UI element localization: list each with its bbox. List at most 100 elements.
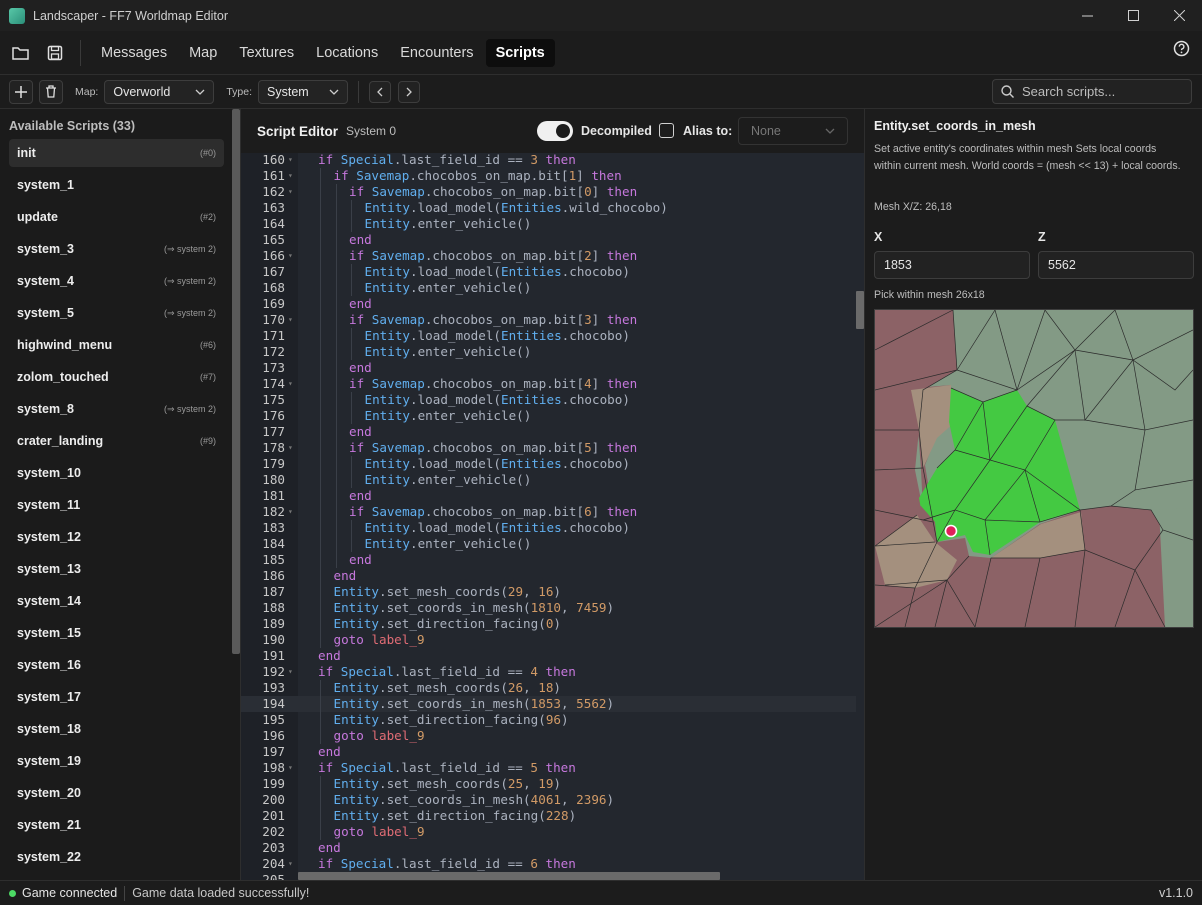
sidebar-item-system_16[interactable]: system_16	[9, 651, 224, 679]
fold-chevron-icon[interactable]: ▾	[288, 760, 293, 776]
sidebar-item-system_14[interactable]: system_14	[9, 587, 224, 615]
tab-scripts[interactable]: Scripts	[485, 38, 555, 67]
code-line[interactable]: 171 Entity.load_model(Entities.chocobo)	[241, 328, 856, 344]
code-line[interactable]: 160 ▾ if Special.last_field_id == 3 then	[241, 153, 856, 168]
sidebar-item-system_17[interactable]: system_17	[9, 683, 224, 711]
code-line[interactable]: 191 end	[241, 648, 856, 664]
code-line[interactable]: 161 ▾ if Savemap.chocobos_on_map.bit[1] th…	[241, 168, 856, 184]
code-line[interactable]: 196 goto label_9	[241, 728, 856, 744]
code-line[interactable]: 181 end	[241, 488, 856, 504]
fold-chevron-icon[interactable]: ▾	[288, 440, 293, 456]
decompiled-toggle[interactable]	[537, 121, 573, 141]
code-line[interactable]: 201 Entity.set_direction_facing(228)	[241, 808, 856, 824]
code-line[interactable]: 193 Entity.set_mesh_coords(26, 18)	[241, 680, 856, 696]
mesh-picker[interactable]	[874, 309, 1194, 628]
code-line[interactable]: 185 end	[241, 552, 856, 568]
sidebar-item-highwind_menu[interactable]: highwind_menu (#6)	[9, 331, 224, 359]
sidebar-item-system_1[interactable]: system_1	[9, 171, 224, 199]
fold-chevron-icon[interactable]: ▾	[288, 664, 293, 680]
code-line[interactable]: 167 Entity.load_model(Entities.chocobo)	[241, 264, 856, 280]
sidebar-item-system_8[interactable]: system_8 (⇒ system 2)	[9, 395, 224, 423]
tab-map[interactable]: Map	[179, 39, 227, 67]
code-line[interactable]: 194 Entity.set_coords_in_mesh(1853, 5562)	[241, 696, 856, 712]
sidebar-item-system_3[interactable]: system_3 (⇒ system 2)	[9, 235, 224, 263]
code-line[interactable]: 162 ▾ if Savemap.chocobos_on_map.bit[0] th…	[241, 184, 856, 200]
sidebar-item-system_10[interactable]: system_10	[9, 459, 224, 487]
code-line[interactable]: 173 end	[241, 360, 856, 376]
code-editor[interactable]: 160 ▾ if Special.last_field_id == 3 then 16…	[241, 153, 864, 880]
sidebar-item-system_13[interactable]: system_13	[9, 555, 224, 583]
type-select[interactable]: System	[258, 79, 349, 104]
sidebar-item-zolom_touched[interactable]: zolom_touched (#7)	[9, 363, 224, 391]
fold-chevron-icon[interactable]: ▾	[288, 312, 293, 328]
open-folder-icon[interactable]	[5, 38, 35, 68]
help-icon[interactable]	[1173, 40, 1190, 60]
code-line[interactable]: 182 ▾ if Savemap.chocobos_on_map.bit[6] th…	[241, 504, 856, 520]
fold-chevron-icon[interactable]: ▾	[288, 248, 293, 264]
sidebar-item-crater_landing[interactable]: crater_landing (#9)	[9, 427, 224, 455]
sidebar-item-system_11[interactable]: system_11	[9, 491, 224, 519]
sidebar-item-system_4[interactable]: system_4 (⇒ system 2)	[9, 267, 224, 295]
sidebar-item-system_21[interactable]: system_21	[9, 811, 224, 839]
add-script-button[interactable]	[9, 79, 33, 104]
maximize-icon[interactable]	[1110, 0, 1156, 31]
fold-chevron-icon[interactable]: ▾	[288, 153, 293, 168]
sidebar-item-system_12[interactable]: system_12	[9, 523, 224, 551]
sidebar-item-system_18[interactable]: system_18	[9, 715, 224, 743]
sidebar-item-update[interactable]: update (#2)	[9, 203, 224, 231]
sidebar-item-system_22[interactable]: system_22	[9, 843, 224, 871]
map-select[interactable]: Overworld	[104, 79, 215, 104]
position-marker[interactable]	[944, 524, 958, 538]
code-line[interactable]: 192 ▾ if Special.last_field_id == 4 then	[241, 664, 856, 680]
code-line[interactable]: 168 Entity.enter_vehicle()	[241, 280, 856, 296]
tab-locations[interactable]: Locations	[306, 39, 388, 67]
sidebar-item-init[interactable]: init (#0)	[9, 139, 224, 167]
code-line[interactable]: 197 end	[241, 744, 856, 760]
code-line[interactable]: 169 end	[241, 296, 856, 312]
x-field[interactable]	[874, 251, 1030, 279]
code-line[interactable]: 198 ▾ if Special.last_field_id == 5 then	[241, 760, 856, 776]
search-box[interactable]	[992, 79, 1192, 104]
code-line[interactable]: 165 end	[241, 232, 856, 248]
code-line[interactable]: 188 Entity.set_coords_in_mesh(1810, 7459)	[241, 600, 856, 616]
code-line[interactable]: 190 goto label_9	[241, 632, 856, 648]
code-line[interactable]: 183 Entity.load_model(Entities.chocobo)	[241, 520, 856, 536]
code-line[interactable]: 164 Entity.enter_vehicle()	[241, 216, 856, 232]
tab-messages[interactable]: Messages	[91, 39, 177, 67]
code-line[interactable]: 174 ▾ if Savemap.chocobos_on_map.bit[4] th…	[241, 376, 856, 392]
code-line[interactable]: 176 Entity.enter_vehicle()	[241, 408, 856, 424]
save-icon[interactable]	[40, 38, 70, 68]
code-line[interactable]: 163 Entity.load_model(Entities.wild_choco…	[241, 200, 856, 216]
code-line[interactable]: 199 Entity.set_mesh_coords(25, 19)	[241, 776, 856, 792]
editor-vertical-scrollbar[interactable]	[856, 291, 864, 329]
delete-script-button[interactable]	[39, 79, 63, 104]
code-line[interactable]: 172 Entity.enter_vehicle()	[241, 344, 856, 360]
code-line[interactable]: 200 Entity.set_coords_in_mesh(4061, 2396)	[241, 792, 856, 808]
tab-textures[interactable]: Textures	[229, 39, 304, 67]
code-line[interactable]: 186 end	[241, 568, 856, 584]
alias-checkbox[interactable]	[659, 123, 674, 138]
fold-chevron-icon[interactable]: ▾	[288, 376, 293, 392]
sidebar-scrollbar[interactable]	[232, 109, 240, 654]
editor-horizontal-scrollbar[interactable]	[298, 872, 720, 880]
code-line[interactable]: 180 Entity.enter_vehicle()	[241, 472, 856, 488]
sidebar-item-system_19[interactable]: system_19	[9, 747, 224, 775]
next-button[interactable]	[398, 80, 421, 103]
sidebar-item-system_20[interactable]: system_20	[9, 779, 224, 807]
code-line[interactable]: 177 end	[241, 424, 856, 440]
z-field[interactable]	[1038, 251, 1194, 279]
minimize-icon[interactable]	[1064, 0, 1110, 31]
code-line[interactable]: 179 Entity.load_model(Entities.chocobo)	[241, 456, 856, 472]
code-line[interactable]: 175 Entity.load_model(Entities.chocobo)	[241, 392, 856, 408]
fold-chevron-icon[interactable]: ▾	[288, 168, 293, 184]
alias-select[interactable]: None	[738, 117, 848, 145]
fold-chevron-icon[interactable]: ▾	[288, 856, 293, 872]
code-line[interactable]: 187 Entity.set_mesh_coords(29, 16)	[241, 584, 856, 600]
code-line[interactable]: 203 end	[241, 840, 856, 856]
code-line[interactable]: 195 Entity.set_direction_facing(96)	[241, 712, 856, 728]
tab-encounters[interactable]: Encounters	[390, 39, 483, 67]
code-line[interactable]: 184 Entity.enter_vehicle()	[241, 536, 856, 552]
code-line[interactable]: 166 ▾ if Savemap.chocobos_on_map.bit[2] th…	[241, 248, 856, 264]
code-line[interactable]: 178 ▾ if Savemap.chocobos_on_map.bit[5] th…	[241, 440, 856, 456]
code-line[interactable]: 189 Entity.set_direction_facing(0)	[241, 616, 856, 632]
